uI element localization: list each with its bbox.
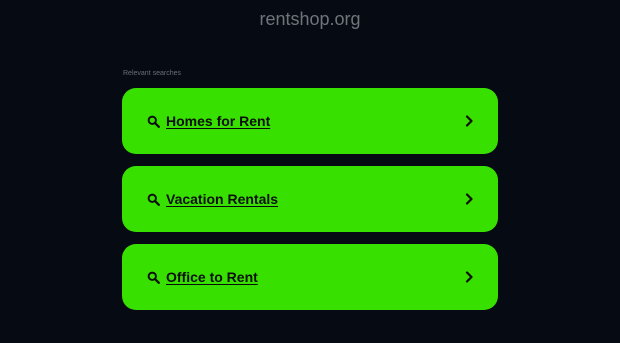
chevron-right-icon <box>465 193 473 205</box>
site-title: rentshop.org <box>259 9 361 29</box>
search-result-label: Office to Rent <box>166 269 258 285</box>
search-result-label: Vacation Rentals <box>166 191 279 207</box>
chevron-right-icon <box>465 271 473 283</box>
search-icon <box>147 115 160 128</box>
search-icon <box>147 193 160 206</box>
search-icon <box>147 271 160 284</box>
search-result-label: Homes for Rent <box>166 113 271 129</box>
relevant-searches-label: Relevant searches <box>123 70 181 77</box>
related-search-list: Homes for Rent Vacation Rentals Office t… <box>122 88 498 322</box>
search-result-homes-for-rent[interactable]: Homes for Rent <box>122 88 498 154</box>
search-result-vacation-rentals[interactable]: Vacation Rentals <box>122 166 498 232</box>
search-result-office-to-rent[interactable]: Office to Rent <box>122 244 498 310</box>
chevron-right-icon <box>465 115 473 127</box>
parked-domain-page: rentshop.org Relevant searches Homes for… <box>0 0 620 343</box>
